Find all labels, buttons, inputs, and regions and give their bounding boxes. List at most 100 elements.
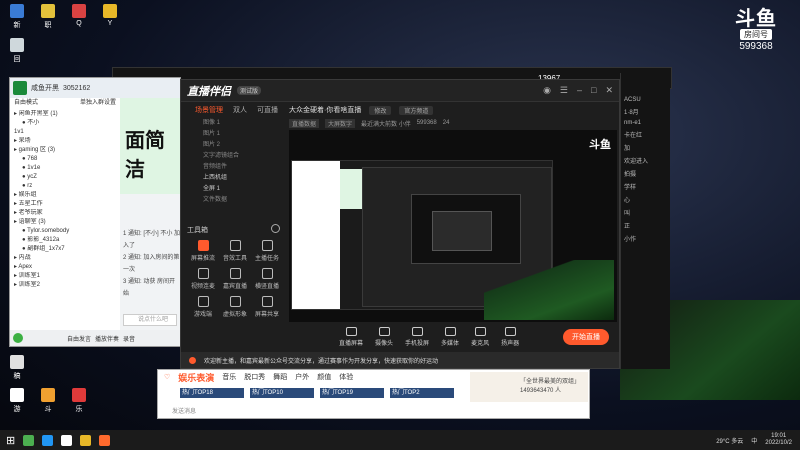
tool-guest-live[interactable]: 嘉宾直播 [219, 268, 251, 290]
tab-live[interactable]: 可直播 [257, 105, 278, 115]
settings-hint[interactable]: 单独入群设置 [80, 98, 116, 108]
avatar-icon[interactable]: ◉ [543, 85, 551, 96]
ranking-card[interactable]: 热门TOP10 [250, 388, 314, 398]
tool-tasks[interactable]: 主播任务 [251, 240, 283, 262]
menu-icon[interactable]: ☰ [560, 85, 568, 96]
channel-row[interactable]: ▸ 内战 [10, 254, 120, 263]
desktop-icon-8[interactable]: 乐 [68, 388, 90, 414]
source-screen[interactable]: 直播屏幕 [339, 327, 363, 347]
ranking-card[interactable]: 热门TOP19 [320, 388, 384, 398]
source-item[interactable]: 文件数据 [181, 195, 286, 206]
nav-item[interactable]: 音乐 [222, 372, 236, 382]
recommend-card[interactable]: 「全世界最美的双组」 1493643470 人 [470, 372, 588, 402]
source-item[interactable]: 全屏 1 [181, 184, 286, 195]
start-live-button[interactable]: 开始直播 [563, 329, 609, 345]
nav-item[interactable]: 脱口秀 [244, 372, 265, 382]
edit-button[interactable]: 修改 [369, 105, 392, 115]
source-item[interactable]: 图片 2 [181, 140, 286, 151]
clock[interactable]: 19:01 2022/10/2 [765, 433, 792, 447]
source-item[interactable]: 图像 1 [181, 118, 286, 129]
channel-row[interactable]: ▸ 五星工作 [10, 200, 120, 209]
minimize-icon[interactable]: – [577, 85, 582, 96]
official-channel-button[interactable]: 官方频道 [399, 105, 434, 115]
source-camera[interactable]: 摄像头 [375, 327, 393, 347]
channel-row[interactable]: ▸ 闲鱼开黑室 (1) [10, 110, 120, 119]
channel-row[interactable]: ● 副群组_1x7x7 [10, 245, 120, 254]
desktop-icon-5[interactable]: 稿 [6, 355, 28, 381]
channel-row[interactable]: ● rz [10, 182, 120, 191]
windows-start-icon[interactable]: ⊞ [6, 434, 15, 447]
close-icon[interactable]: ✕ [605, 85, 613, 96]
nav-item[interactable]: 户外 [295, 372, 309, 382]
app-icon[interactable] [80, 434, 92, 446]
channel-row[interactable]: ▸ 语聊室 (3) [10, 218, 120, 227]
weather-text[interactable]: 29°C 多云 [716, 436, 743, 445]
free-talk-button[interactable]: 自由发言 [67, 334, 91, 343]
tool-sound-effects[interactable]: 音效工具 [219, 240, 251, 262]
app-logo: 直播伴侣 [187, 85, 231, 98]
desktop-icon-3[interactable]: Y [99, 4, 121, 27]
source-item[interactable]: 上西机组 [181, 173, 286, 184]
desktop-icon-0[interactable]: 新 [6, 4, 28, 30]
channel-row[interactable]: ● Tylor.somebody [10, 227, 120, 236]
channel-row[interactable]: ● 768 [10, 155, 120, 164]
nav-item[interactable]: 体验 [339, 372, 353, 382]
channel-row[interactable]: ● 不小 [10, 119, 120, 128]
channel-row[interactable]: ▸ 训练室2 [10, 281, 120, 290]
tool-game[interactable]: 游戏端 [187, 296, 219, 318]
message-input[interactable]: 说点什么吧 [123, 314, 177, 326]
channel-row[interactable]: ▸ 训练室1 [10, 272, 120, 281]
mic-status-icon[interactable] [13, 333, 23, 343]
preview-terrain [484, 260, 614, 320]
channel-row[interactable]: ▸ 呆场 [10, 137, 120, 146]
nav-item[interactable]: 舞蹈 [273, 372, 287, 382]
desktop-icon-6[interactable]: 游 [6, 388, 28, 414]
tool-video-link[interactable]: 视频连麦 [187, 268, 219, 290]
clock-date: 2022/10/2 [765, 440, 792, 446]
channel-row[interactable]: ● ycZ [10, 173, 120, 182]
source-item[interactable]: 音频组件 [181, 162, 286, 173]
channel-row[interactable]: ● 影影_4312a [10, 236, 120, 245]
live-data-button[interactable]: 直播数据 [289, 118, 320, 128]
more-icon[interactable] [271, 224, 280, 233]
channel-row[interactable]: ▸ 娱乐组 [10, 191, 120, 200]
channel-row[interactable]: ● 1v1e [10, 164, 120, 173]
tool-screen-push[interactable]: 屏幕推流 [187, 240, 219, 262]
play-music-button[interactable]: 播放伴奏 [95, 334, 119, 343]
channel-row[interactable]: ▸ Apex [10, 263, 120, 272]
desktop-icon-4[interactable]: 回 [6, 38, 28, 64]
tool-avatar[interactable]: 虚拟形象 [219, 296, 251, 318]
douyu-icon[interactable] [99, 434, 111, 446]
browser-icon[interactable] [42, 434, 54, 446]
channel-row[interactable]: 1v1 [10, 128, 120, 137]
record-button[interactable]: 录音 [123, 334, 135, 343]
source-item[interactable]: 图片 1 [181, 129, 286, 140]
source-speaker[interactable]: 扬声器 [501, 327, 519, 347]
tab-duo[interactable]: 双人 [233, 105, 247, 115]
ime-indicator[interactable]: 中 [751, 436, 757, 445]
source-media[interactable]: 多媒体 [441, 327, 459, 347]
channel-row[interactable]: ▸ 老爷玩家 [10, 209, 120, 218]
source-phone[interactable]: 手机投屏 [405, 327, 429, 347]
tool-orientation[interactable]: 横竖直播 [251, 268, 283, 290]
source-item[interactable]: 文字滤镜组合 [181, 151, 286, 162]
desktop-icon-2[interactable]: Q [68, 4, 90, 27]
tab-scene[interactable]: 场景管理 [195, 105, 223, 115]
chrome-icon[interactable] [23, 434, 35, 446]
ranking-card[interactable]: 热门TOP2 [390, 388, 454, 398]
chat-header: 咸鱼开黑 3052162 [10, 78, 180, 98]
maximize-icon[interactable]: □ [591, 85, 596, 96]
tool-share[interactable]: 屏幕共享 [251, 296, 283, 318]
channel-row[interactable]: ▸ gaming 区 (3) [10, 146, 120, 155]
desktop-icon-7[interactable]: 斗 [37, 388, 59, 414]
home-icon[interactable] [13, 81, 27, 95]
desktop-icon-1[interactable]: 职 [37, 4, 59, 30]
send-message-label[interactable]: 发送消息 [172, 406, 196, 415]
voice-chat-window: 咸鱼开黑 3052162 自由模式 单独入群设置 ▸ 闲鱼开黑室 (1) ● 不… [9, 77, 182, 347]
room-tag: 房间号 [740, 29, 772, 40]
nav-item[interactable]: 颜值 [317, 372, 331, 382]
big-screen-button[interactable]: 大屏数字 [325, 118, 356, 128]
source-mic[interactable]: 麦克风 [471, 327, 489, 347]
file-icon[interactable] [61, 434, 73, 446]
ranking-card[interactable]: 热门TOP18 [180, 388, 244, 398]
